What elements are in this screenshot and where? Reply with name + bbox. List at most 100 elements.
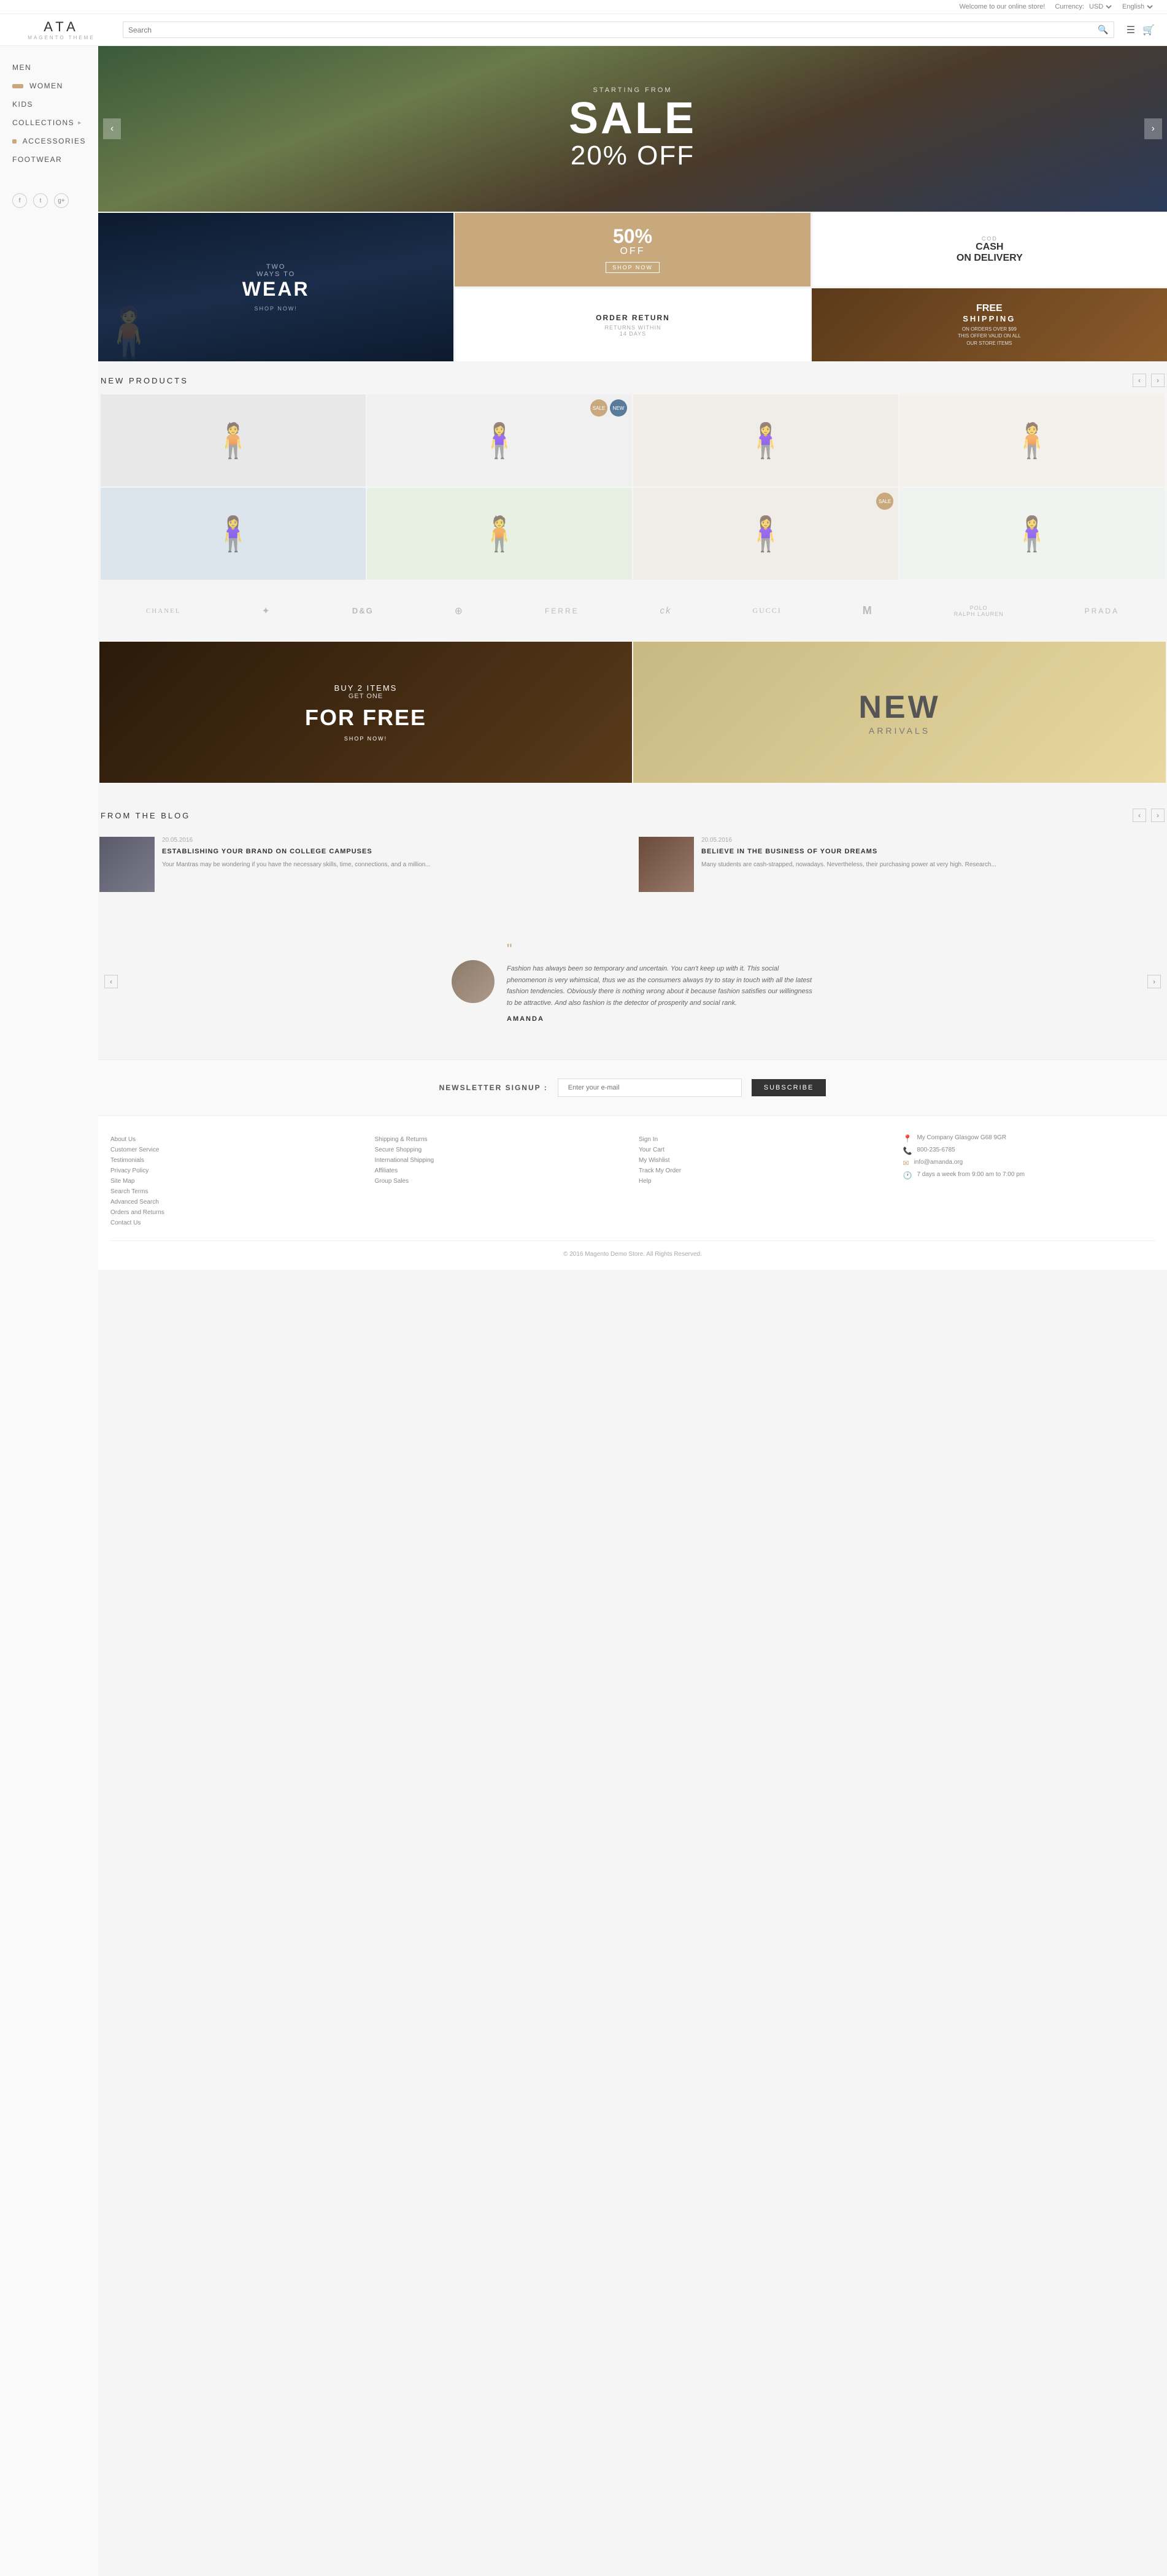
footer-search-terms[interactable]: Search Terms bbox=[110, 1186, 363, 1197]
brand-gucci[interactable]: GUCCI bbox=[752, 606, 781, 615]
blog-image-1 bbox=[99, 837, 155, 892]
sidebar-nav: MEN WOMEN KIDS COLLECTIONS ▸ ACCESSORIES bbox=[0, 58, 98, 169]
blog-post-title-2[interactable]: BELIEVE IN THE BUSINESS OF YOUR DREAMS bbox=[701, 847, 1166, 856]
two-ways-line3: WEAR bbox=[242, 278, 310, 301]
accessories-badge bbox=[12, 139, 17, 144]
women-label: WOMEN bbox=[29, 82, 63, 90]
footer-contact[interactable]: Contact Us bbox=[110, 1218, 363, 1228]
footer-email[interactable]: ✉ info@amanda.org bbox=[903, 1159, 1155, 1167]
hero-next-button[interactable]: › bbox=[1144, 118, 1162, 139]
blog-card-2: 20.05.2016 BELIEVE IN THE BUSINESS OF YO… bbox=[639, 837, 1166, 892]
footer-about[interactable]: About Us bbox=[110, 1134, 363, 1145]
sidebar: MEN WOMEN KIDS COLLECTIONS ▸ ACCESSORIES bbox=[0, 46, 98, 2576]
footer-customer-service[interactable]: Customer Service bbox=[110, 1145, 363, 1155]
sidebar-item-footwear[interactable]: FOOTWEAR bbox=[0, 150, 98, 169]
twitter-icon[interactable]: t bbox=[33, 193, 48, 208]
fifty-cta[interactable]: SHOP NOW bbox=[606, 262, 660, 273]
footer-your-cart[interactable]: Your Cart bbox=[639, 1145, 891, 1155]
product-image-7: 🧍‍♀️ bbox=[745, 514, 787, 554]
footer-secure-shopping[interactable]: Secure Shopping bbox=[375, 1145, 627, 1155]
testimonial-nav-left: ‹ bbox=[104, 975, 118, 988]
footer-international-shipping[interactable]: International Shipping bbox=[375, 1155, 627, 1166]
menu-icon[interactable]: ☰ bbox=[1127, 24, 1135, 36]
brand-polo[interactable]: POLORALPH LAUREN bbox=[954, 605, 1004, 617]
blog-nav: ‹ › bbox=[1133, 809, 1165, 822]
banner-grid: 🧍 TWO WAYS TO WEAR SHOP NOW! 50% OFF SHO… bbox=[98, 213, 1167, 361]
product-card-8[interactable]: 🧍‍♀️ bbox=[899, 488, 1165, 580]
footer-sign-in[interactable]: Sign In bbox=[639, 1134, 891, 1145]
women-badge bbox=[12, 84, 23, 88]
language-select[interactable]: English French bbox=[1120, 2, 1155, 11]
brand-prada[interactable]: PRADA bbox=[1085, 607, 1119, 615]
footer-help[interactable]: Help bbox=[639, 1176, 891, 1186]
brand-circle[interactable]: ⊕ bbox=[455, 605, 464, 617]
brand-ferre[interactable]: FERRE bbox=[545, 607, 579, 615]
product-image-5: 🧍‍♀️ bbox=[212, 514, 254, 554]
shipping-label: SHIPPING bbox=[963, 314, 1015, 323]
products-next-button[interactable]: › bbox=[1151, 374, 1165, 387]
new-products-nav: ‹ › bbox=[1133, 374, 1165, 387]
product-card-6[interactable]: 🧍 bbox=[367, 488, 632, 580]
testimonial-prev-button[interactable]: ‹ bbox=[104, 975, 118, 988]
arrivals-banner[interactable]: NEW ARRIVALS bbox=[633, 642, 1166, 783]
newsletter-input[interactable] bbox=[558, 1078, 742, 1097]
footer-copyright: © 2016 Magento Demo Store. All Rights Re… bbox=[110, 1240, 1155, 1258]
two-ways-banner[interactable]: 🧍 TWO WAYS TO WEAR SHOP NOW! bbox=[98, 213, 453, 361]
arrivals-new: NEW bbox=[858, 689, 940, 726]
product-card-7[interactable]: 🧍‍♀️ SALE bbox=[633, 488, 898, 580]
product-card-2[interactable]: 🧍‍♀️ NEW SALE bbox=[367, 394, 632, 486]
sidebar-item-accessories[interactable]: ACCESSORIES bbox=[0, 132, 98, 150]
search-input[interactable] bbox=[128, 26, 1098, 34]
blog-post-title-1[interactable]: ESTABLISHING YOUR BRAND ON COLLEGE CAMPU… bbox=[162, 847, 626, 856]
logo-area[interactable]: ATA MAGENTO THEME bbox=[12, 19, 110, 40]
product-card-3[interactable]: 🧍‍♀️ bbox=[633, 394, 898, 486]
brand-ck[interactable]: ck bbox=[660, 606, 672, 616]
two-ways-cta[interactable]: SHOP NOW! bbox=[242, 306, 310, 312]
googleplus-icon[interactable]: g+ bbox=[54, 193, 69, 208]
buy2-cta[interactable]: SHOP NOW! bbox=[344, 736, 387, 742]
cod-line2: ON DELIVERY bbox=[957, 253, 1023, 264]
new-products-title: NEW PRODUCTS bbox=[101, 376, 188, 385]
return-banner: ORDER RETURN RETURNS WITHIN14 DAYS bbox=[455, 288, 810, 361]
buy2-banner[interactable]: BUY 2 ITEMS GET ONE FOR FREE SHOP NOW! bbox=[99, 642, 632, 783]
sidebar-item-women[interactable]: WOMEN bbox=[0, 77, 98, 95]
footer-shipping-returns[interactable]: Shipping & Returns bbox=[375, 1134, 627, 1145]
product-card-4[interactable]: 🧍 bbox=[899, 394, 1165, 486]
products-prev-button[interactable]: ‹ bbox=[1133, 374, 1146, 387]
brand-m[interactable]: M bbox=[863, 604, 873, 617]
footer-track-order[interactable]: Track My Order bbox=[639, 1166, 891, 1176]
two-ways-text: TWO WAYS TO WEAR SHOP NOW! bbox=[242, 263, 310, 312]
sidebar-item-kids[interactable]: KIDS bbox=[0, 95, 98, 113]
main-content: ‹ STARTING FROM SALE 20% OFF › 🧍 TWO WAY… bbox=[98, 46, 1167, 2576]
footer-affiliates[interactable]: Affiliates bbox=[375, 1166, 627, 1176]
brand-dg[interactable]: D&G bbox=[352, 606, 374, 615]
newsletter-subscribe-button[interactable]: SUBSCRIBE bbox=[752, 1079, 826, 1096]
testimonial-next-button[interactable]: › bbox=[1147, 975, 1161, 988]
product-card-5[interactable]: 🧍‍♀️ bbox=[101, 488, 366, 580]
footer-advanced-search[interactable]: Advanced Search bbox=[110, 1197, 363, 1207]
sidebar-item-collections[interactable]: COLLECTIONS ▸ bbox=[0, 113, 98, 132]
free-shipping-banner: FREE SHIPPING ON ORDERS OVER $99THIS OFF… bbox=[812, 288, 1167, 361]
currency-label: Currency: bbox=[1055, 3, 1084, 10]
cart-icon[interactable]: 🛒 bbox=[1142, 24, 1155, 36]
brand-wings[interactable]: ✦ bbox=[261, 605, 271, 617]
footer-testimonials[interactable]: Testimonials bbox=[110, 1155, 363, 1166]
facebook-icon[interactable]: f bbox=[12, 193, 27, 208]
hero-prev-button[interactable]: ‹ bbox=[103, 118, 121, 139]
sidebar-item-men[interactable]: MEN bbox=[0, 58, 98, 77]
footer-orders-returns[interactable]: Orders and Returns bbox=[110, 1207, 363, 1218]
product-image-6: 🧍 bbox=[479, 514, 520, 554]
testimonial-section: ‹ " Fashion has always been so temporary… bbox=[98, 917, 1167, 1047]
search-icon[interactable]: 🔍 bbox=[1098, 25, 1108, 35]
footer-sitemap[interactable]: Site Map bbox=[110, 1176, 363, 1186]
brand-chanel[interactable]: CHANEL bbox=[146, 607, 181, 615]
blog-next-button[interactable]: › bbox=[1151, 809, 1165, 822]
currency-select[interactable]: USD EUR bbox=[1087, 2, 1114, 11]
footer-privacy[interactable]: Privacy Policy bbox=[110, 1166, 363, 1176]
footer-wishlist[interactable]: My Wishlist bbox=[639, 1155, 891, 1166]
product-card-1[interactable]: 🧍 bbox=[101, 394, 366, 486]
blog-excerpt-1: Your Mantras may be wondering if you hav… bbox=[162, 860, 626, 869]
footer-group-sales[interactable]: Group Sales bbox=[375, 1176, 627, 1186]
fifty-off-banner[interactable]: 50% OFF SHOP NOW bbox=[455, 213, 810, 286]
blog-prev-button[interactable]: ‹ bbox=[1133, 809, 1146, 822]
